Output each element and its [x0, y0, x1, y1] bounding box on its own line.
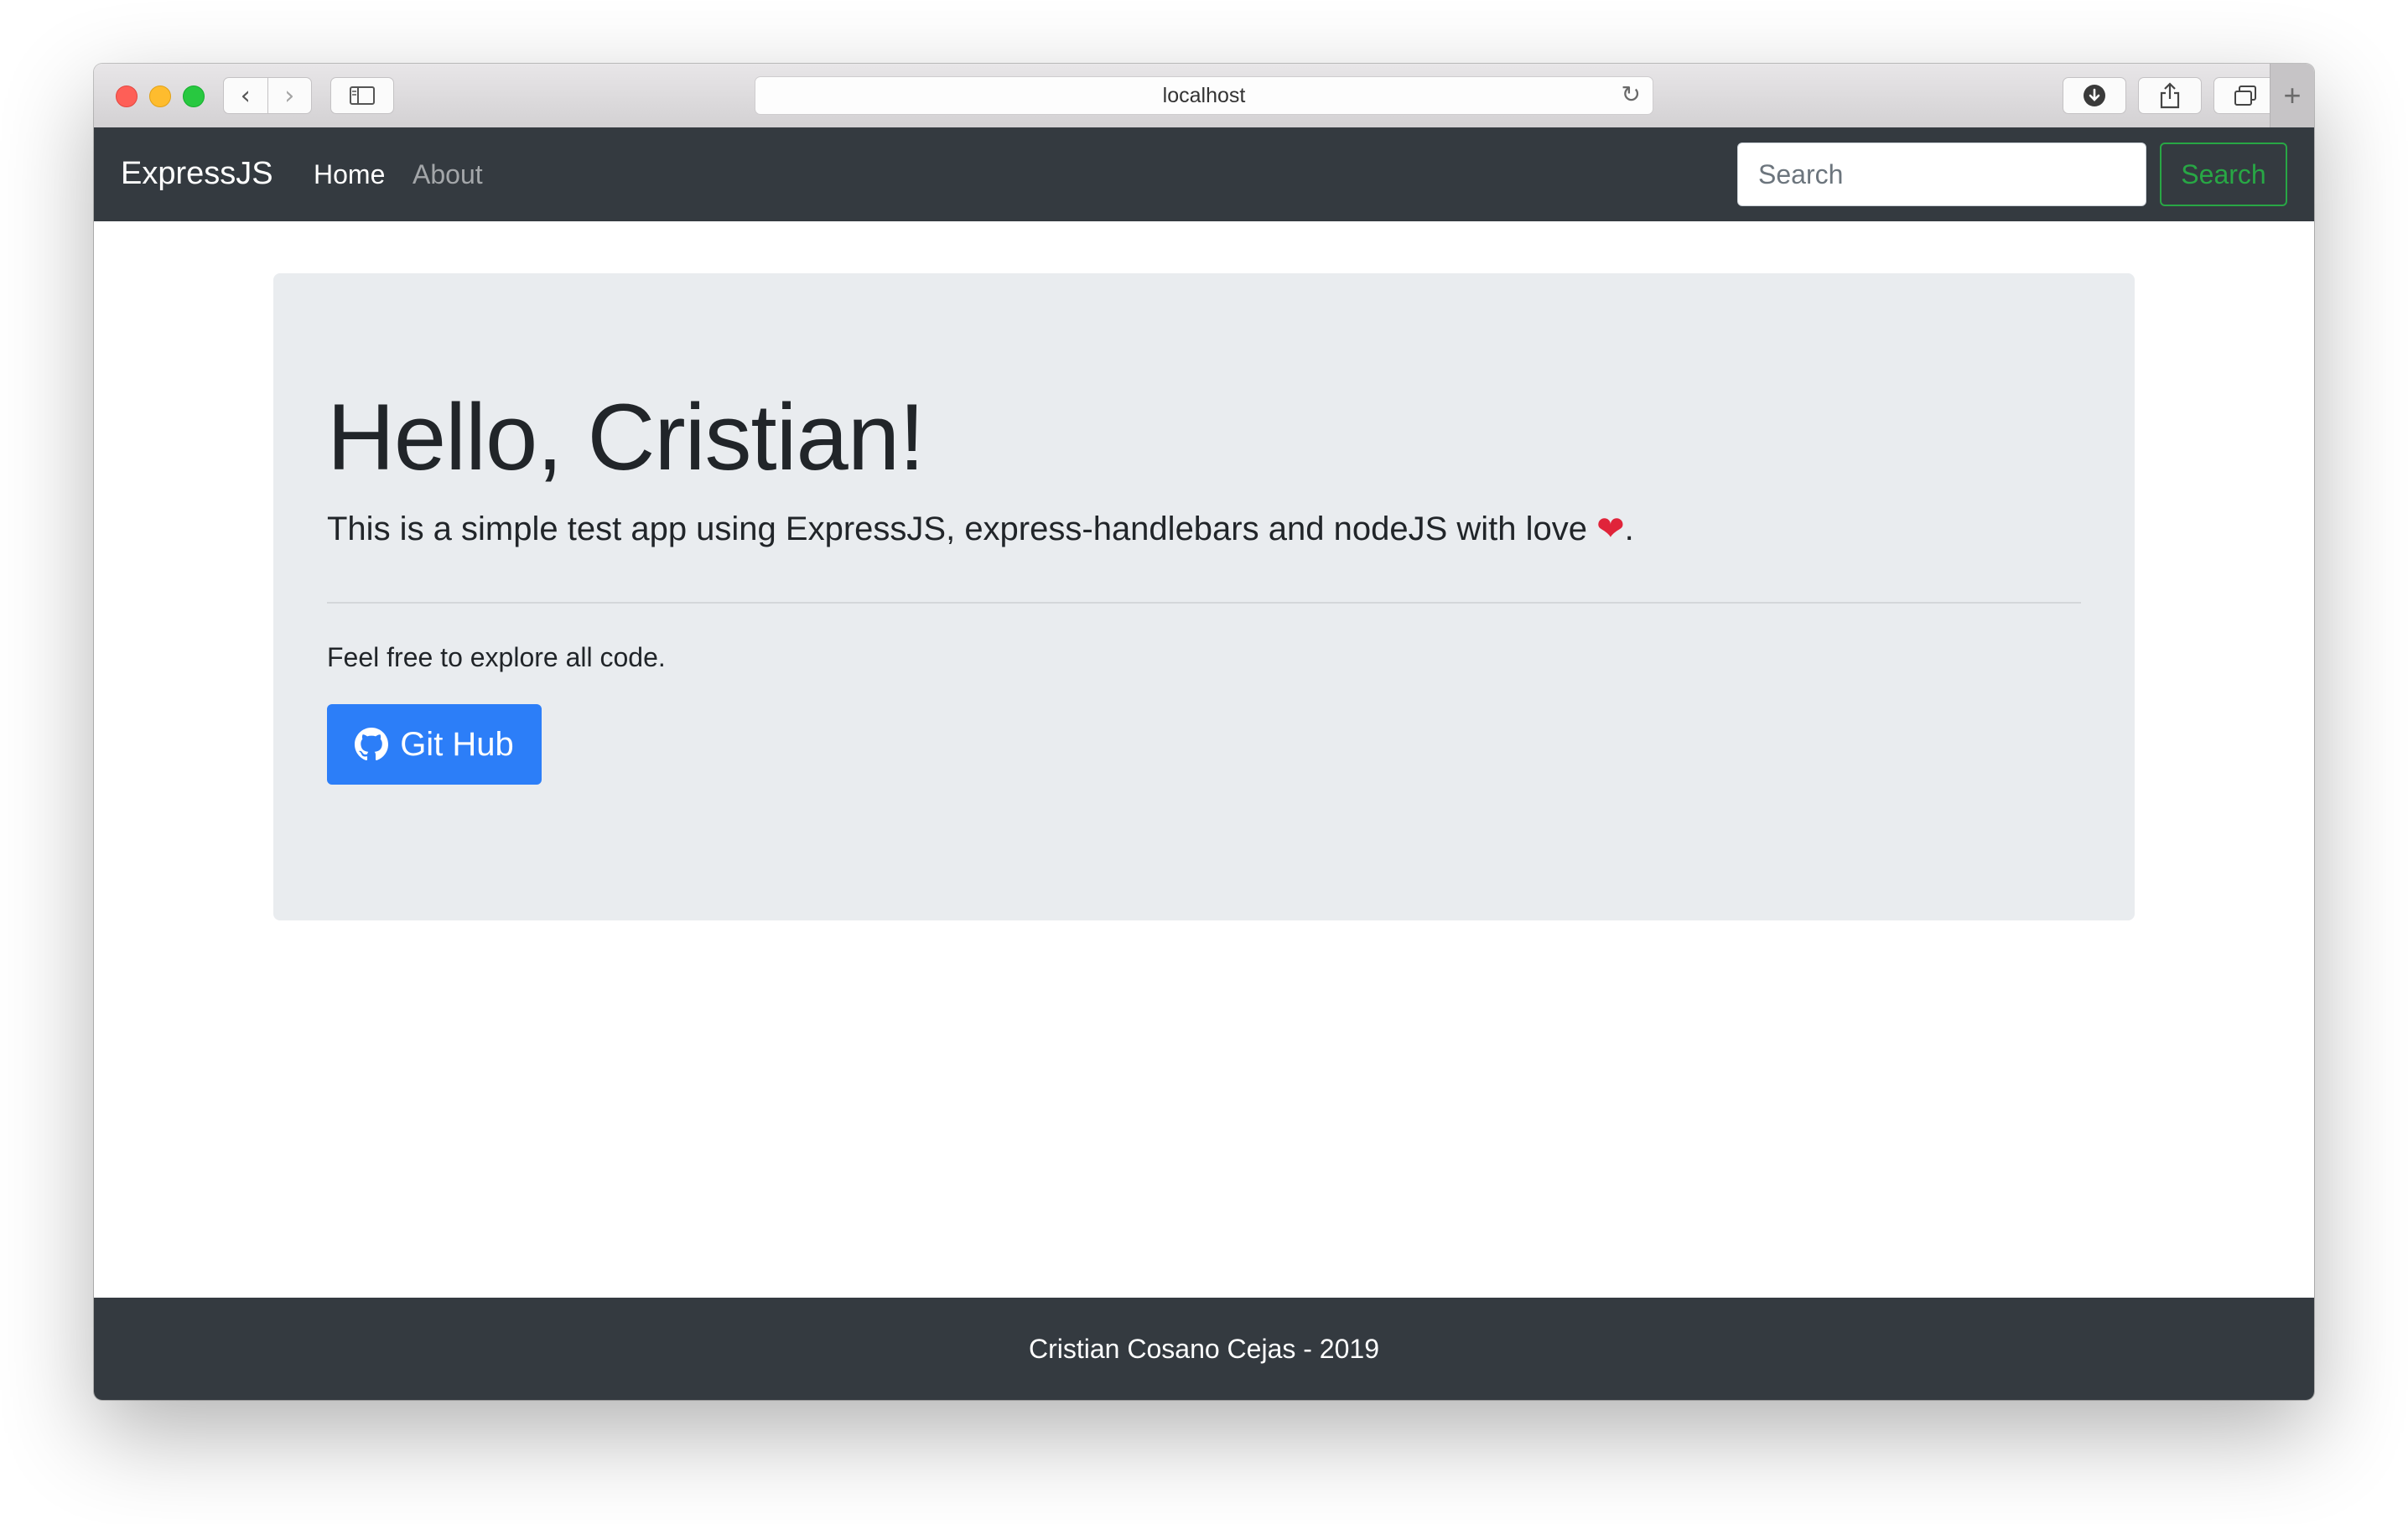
- downloads-button[interactable]: [2063, 77, 2126, 114]
- footer-text: Cristian Cosano Cejas - 2019: [1029, 1333, 1379, 1364]
- zoom-window-button[interactable]: [183, 86, 205, 107]
- explore-text: Feel free to explore all code.: [327, 642, 666, 672]
- github-button-label: Git Hub: [400, 725, 514, 763]
- browser-toolbar: ‹ › localhost ↻ +: [94, 64, 2314, 128]
- jumbotron: Hello, Cristian! This is a simple test a…: [273, 273, 2135, 920]
- divider: [327, 602, 2081, 604]
- history-nav: ‹ ›: [223, 77, 312, 114]
- site-footer: Cristian Cosano Cejas - 2019: [94, 1298, 2314, 1400]
- page-heading: Hello, Cristian!: [327, 385, 925, 490]
- sidebar-toggle-button[interactable]: [330, 77, 394, 114]
- github-icon: [355, 728, 389, 761]
- nav-link-about[interactable]: About: [413, 159, 483, 190]
- search-button[interactable]: Search: [2160, 143, 2287, 206]
- url-text: localhost: [1162, 83, 1246, 107]
- browser-window: ‹ › localhost ↻ + ExpressJS Home About S…: [94, 64, 2314, 1400]
- tabs-overview-button[interactable]: [2213, 77, 2277, 114]
- site-navbar: ExpressJS Home About Search: [94, 127, 2314, 221]
- close-window-button[interactable]: [116, 86, 138, 107]
- nav-link-home[interactable]: Home: [314, 159, 385, 190]
- share-button[interactable]: [2138, 77, 2202, 114]
- search-input[interactable]: [1737, 143, 2146, 206]
- download-icon: [2084, 85, 2105, 106]
- back-button[interactable]: ‹: [224, 78, 267, 113]
- reload-icon[interactable]: ↻: [1622, 80, 1641, 108]
- navbar-brand[interactable]: ExpressJS: [121, 156, 273, 192]
- tabs-icon: [2234, 86, 2256, 106]
- lead-period: .: [1624, 511, 1634, 547]
- forward-button[interactable]: ›: [267, 78, 312, 113]
- github-button[interactable]: Git Hub: [327, 704, 542, 785]
- heart-icon: ❤: [1596, 510, 1625, 548]
- lead-sentence: This is a simple test app using ExpressJ…: [327, 511, 1597, 547]
- new-tab-button[interactable]: +: [2270, 64, 2314, 127]
- share-icon: [2160, 82, 2180, 109]
- minimize-window-button[interactable]: [149, 86, 171, 107]
- sidebar-icon: [350, 86, 375, 105]
- lead-text: This is a simple test app using ExpressJ…: [327, 510, 1634, 548]
- address-bar[interactable]: localhost ↻: [755, 76, 1653, 115]
